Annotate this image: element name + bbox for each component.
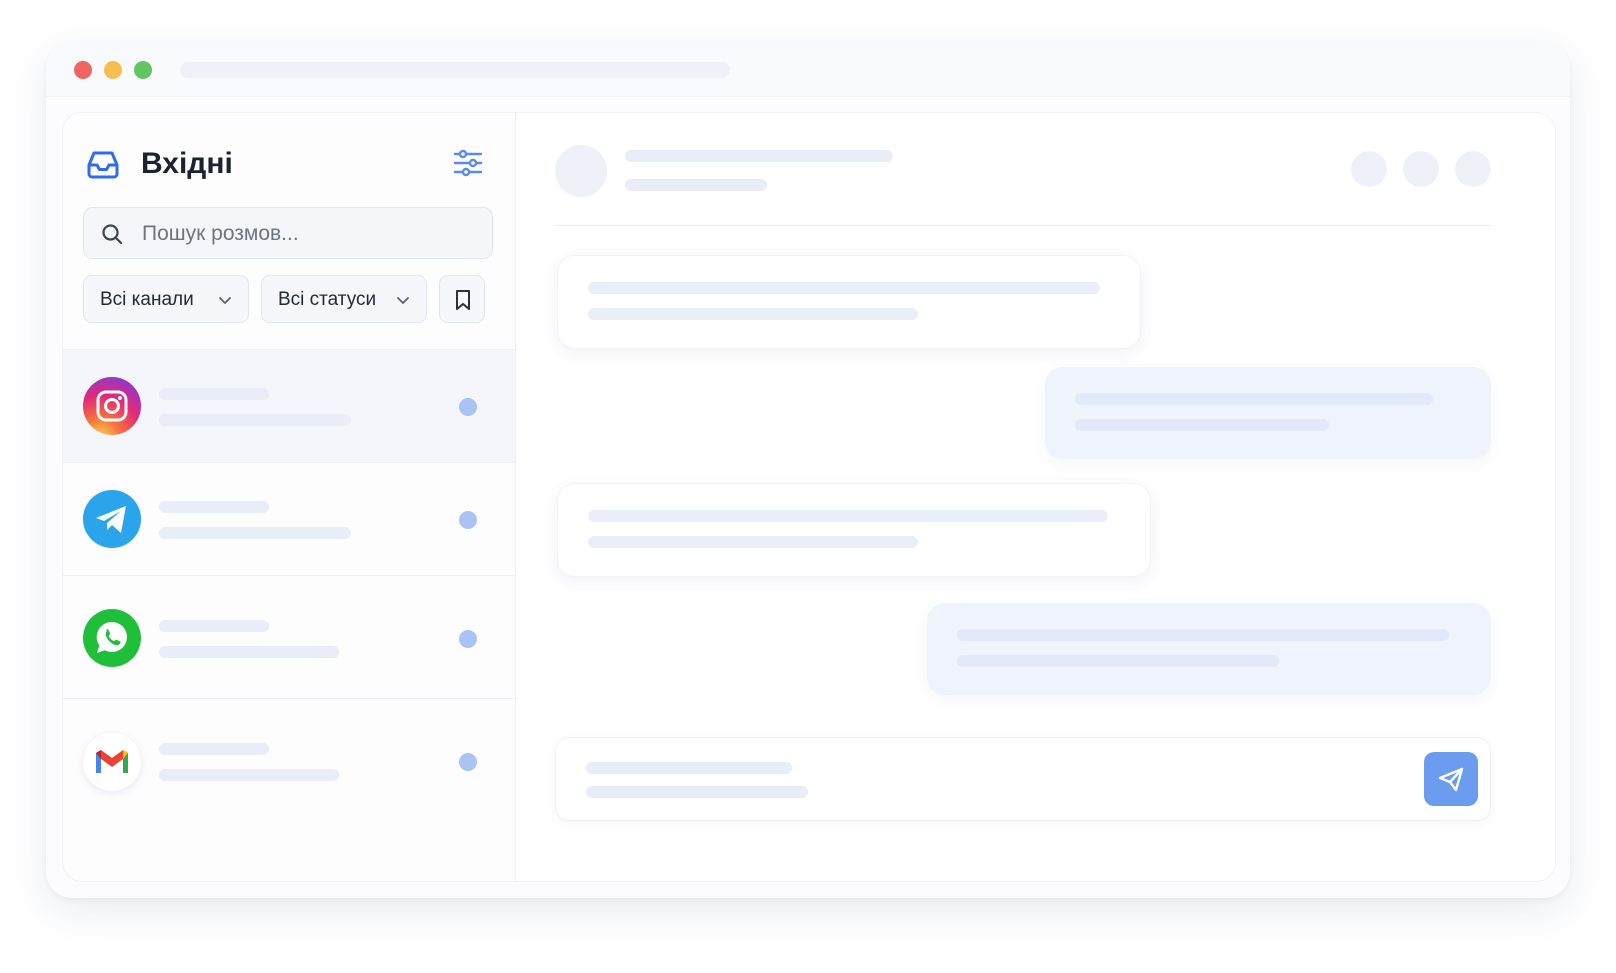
unread-dot — [459, 630, 477, 648]
conversation-item-gmail[interactable] — [63, 698, 515, 838]
title-bar — [46, 42, 1570, 97]
message-composer[interactable] — [555, 737, 1491, 821]
maximize-window-button[interactable] — [134, 61, 152, 79]
header-action-button[interactable] — [1455, 151, 1491, 187]
chevron-down-icon — [216, 291, 234, 309]
gmail-icon — [83, 733, 141, 791]
status-filter-select[interactable]: Всі статуси — [261, 275, 427, 323]
contact-avatar — [555, 145, 607, 197]
conversation-name-skeleton — [159, 620, 269, 632]
header-action-button[interactable] — [1351, 151, 1387, 187]
telegram-icon — [83, 490, 141, 548]
channel-filter-label: Всі канали — [100, 289, 194, 310]
message-bubble-incoming — [557, 255, 1141, 349]
instagram-icon — [83, 377, 141, 435]
conversation-preview-skeleton — [159, 646, 339, 658]
message-bubble-outgoing — [1045, 367, 1491, 459]
whatsapp-icon — [83, 609, 141, 667]
address-bar-placeholder — [180, 62, 730, 78]
header-action-button[interactable] — [1403, 151, 1439, 187]
bookmark-icon — [456, 290, 470, 310]
conversation-preview-skeleton — [159, 527, 351, 539]
contact-name-skeleton — [625, 150, 893, 162]
conversation-preview-skeleton — [159, 769, 339, 781]
conversation-item-whatsapp[interactable] — [63, 575, 515, 698]
header-divider — [555, 225, 1491, 226]
message-bubble-incoming — [557, 483, 1151, 577]
paper-plane-icon — [1438, 767, 1464, 792]
message-bubble-outgoing — [927, 603, 1491, 695]
conversation-name-skeleton — [159, 501, 269, 513]
inbox-app: Вхідні Всі канали — [62, 112, 1556, 882]
composer-text-skeleton — [586, 786, 808, 798]
contact-status-skeleton — [625, 179, 767, 191]
conversation-item-instagram[interactable] — [63, 349, 515, 462]
minimize-window-button[interactable] — [104, 61, 122, 79]
unread-dot — [459, 398, 477, 416]
conversations-sidebar: Вхідні Всі канали — [63, 113, 516, 881]
chevron-down-icon — [394, 291, 412, 309]
status-filter-label: Всі статуси — [278, 289, 377, 310]
inbox-icon — [85, 146, 121, 182]
conversation-preview-skeleton — [159, 414, 351, 426]
channel-filter-select[interactable]: Всі канали — [83, 275, 249, 323]
conversation-name-skeleton — [159, 388, 269, 400]
sliders-icon[interactable] — [451, 146, 485, 180]
unread-dot — [459, 753, 477, 771]
conversation-name-skeleton — [159, 743, 269, 755]
conversation-item-telegram[interactable] — [63, 462, 515, 575]
unread-dot — [459, 511, 477, 529]
chat-panel — [515, 113, 1555, 881]
page-title: Вхідні — [141, 147, 233, 180]
app-window: Вхідні Всі канали — [46, 42, 1570, 898]
close-window-button[interactable] — [74, 61, 92, 79]
search-input[interactable] — [140, 216, 474, 252]
composer-text-skeleton — [586, 762, 792, 774]
search-icon — [100, 222, 124, 246]
send-button[interactable] — [1424, 752, 1478, 806]
saved-filter-button[interactable] — [439, 275, 485, 323]
search-box — [83, 207, 493, 259]
